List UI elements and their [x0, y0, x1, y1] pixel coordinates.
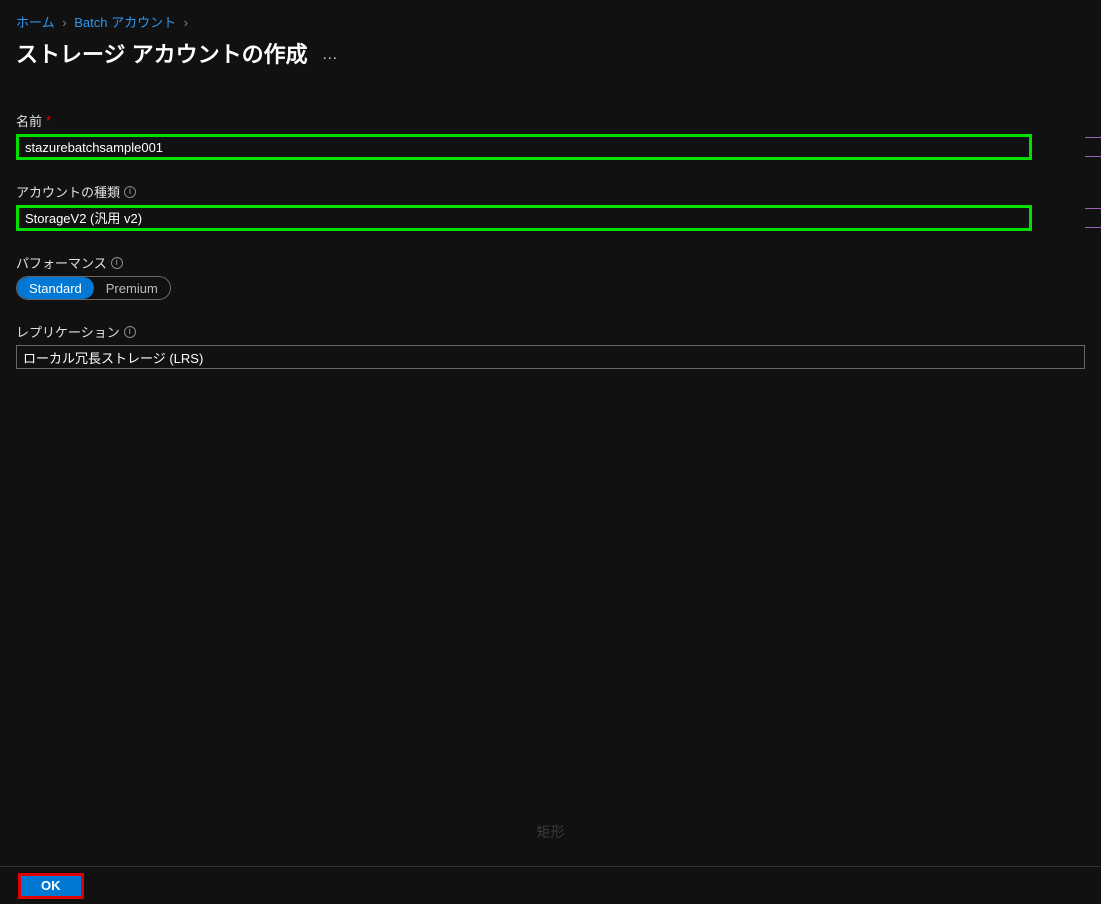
decoration-line [1085, 137, 1101, 157]
account-type-select-highlight: StorageV2 (汎用 v2) [16, 205, 1032, 231]
footer-bar: OK [0, 866, 1101, 904]
info-icon[interactable]: i [124, 326, 136, 338]
replication-select[interactable]: ローカル冗長ストレージ (LRS) [16, 345, 1085, 369]
chevron-right-icon: › [62, 15, 66, 30]
name-input[interactable] [19, 137, 1029, 157]
name-input-highlight [16, 134, 1032, 160]
required-indicator: * [46, 113, 51, 128]
more-menu-icon[interactable]: … [322, 42, 339, 64]
watermark-text: 矩形 [537, 822, 565, 842]
performance-label: パフォーマンス [16, 253, 107, 272]
info-icon[interactable]: i [124, 186, 136, 198]
name-label: 名前 [16, 111, 42, 130]
chevron-right-icon: › [184, 15, 188, 30]
breadcrumb-batch-account[interactable]: Batch アカウント [74, 15, 176, 30]
ok-button-highlight: OK [18, 873, 84, 899]
account-type-select[interactable]: StorageV2 (汎用 v2) [19, 208, 1029, 228]
breadcrumb: ホーム › Batch アカウント › [16, 12, 1085, 31]
performance-toggle: Standard Premium [16, 276, 171, 300]
replication-label: レプリケーション [16, 322, 120, 341]
ok-button[interactable]: OK [21, 876, 81, 896]
performance-premium-button[interactable]: Premium [94, 277, 170, 299]
decoration-line [1085, 208, 1101, 228]
info-icon[interactable]: i [111, 257, 123, 269]
page-title: ストレージ アカウントの作成 [16, 37, 308, 69]
performance-standard-button[interactable]: Standard [17, 277, 94, 299]
breadcrumb-home[interactable]: ホーム [16, 15, 55, 30]
replication-value: ローカル冗長ストレージ (LRS) [23, 348, 203, 367]
account-type-label: アカウントの種類 [16, 182, 120, 201]
